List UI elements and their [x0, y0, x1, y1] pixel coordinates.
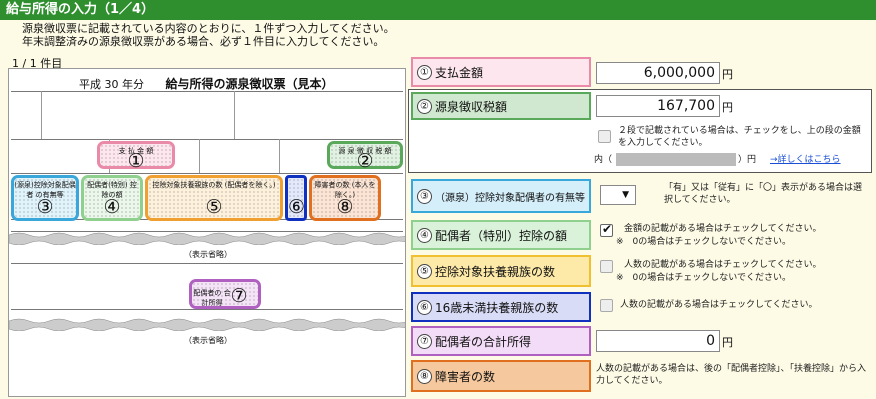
marker-number: ③ — [36, 196, 54, 218]
field-label: 16歳未満扶養親族の数 — [435, 300, 559, 315]
marker-number: ⑥ — [288, 196, 306, 218]
slip-line — [11, 263, 403, 264]
disabled-note: 人数の記載がある場合は、後の「配偶者控除」、「扶養控除」から入力してください。 — [596, 364, 867, 386]
marker-number: ① — [127, 150, 145, 172]
slip-title: 給与所得の源泉徴収票（見本） — [165, 77, 334, 91]
field-label: 配偶者（特別）控除の額 — [435, 228, 568, 243]
marker-label: 控除対象扶養親族の数 (配偶者を除く。) — [152, 181, 276, 189]
spouse-deduction-note-2: ※ 0の場合はチェックしないでください。 — [616, 237, 791, 247]
label-disabled: ⑧ 障害者の数 — [411, 360, 591, 392]
field-number: ① — [417, 64, 432, 80]
field-label: 配偶者の合計所得 — [435, 334, 532, 349]
field-number: ⑧ — [417, 368, 432, 384]
unit-yen: 円 — [722, 336, 733, 349]
label-payment-amount: ① 支払金額 — [411, 57, 591, 87]
omitted-label: （表示省略） — [9, 249, 405, 260]
marker-6-under-16: ⑥ — [285, 175, 307, 221]
inner-suffix: ）円 — [738, 155, 757, 165]
dependents-note-2: ※ 0の場合はチェックしないでください。 — [616, 273, 791, 283]
label-spouse-income: ⑦ 配偶者の合計所得 — [411, 326, 591, 356]
instruction-line-1: 源泉徴収票に記載されている内容のとおりに、１件ずつ入力してください。 — [22, 22, 395, 35]
marker-number: ⑦ — [230, 285, 248, 307]
instructions: 源泉徴収票に記載されている内容のとおりに、１件ずつ入力してください。 年末調整済… — [22, 22, 395, 48]
withholding-tax-input[interactable]: 167,700 — [596, 95, 720, 117]
torn-edge — [9, 232, 405, 245]
slip-vline — [279, 139, 280, 173]
marker-number: ⑤ — [205, 196, 223, 218]
field-number: ⑦ — [417, 333, 432, 349]
slip-vline — [234, 91, 235, 139]
slip-line — [11, 91, 403, 92]
label-spouse-status: ③ （源泉）控除対象配偶者の有無等 — [411, 179, 591, 213]
chevron-down-icon: ▼ — [622, 190, 629, 200]
two-tier-note: ２段で記載されている場合は、チェックをし、上の段の金額を入力してください。 — [618, 126, 861, 148]
torn-edge — [9, 318, 405, 331]
spouse-deduction-note-1: 金額の記載がある場合はチェックしてください。 — [624, 224, 822, 234]
slip-vline — [41, 91, 42, 139]
dependents-note-1: 人数の記載がある場合はチェックしてください。 — [624, 260, 822, 270]
field-number: ⑥ — [417, 299, 432, 315]
two-tier-checkbox[interactable] — [598, 130, 611, 143]
field-number: ② — [417, 98, 432, 114]
inner-amount-input[interactable] — [616, 153, 736, 166]
spouse-status-select[interactable]: ▼ — [600, 185, 636, 205]
field-label: 控除対象扶養親族の数 — [435, 264, 556, 279]
label-spouse-deduction: ④ 配偶者（特別）控除の額 — [411, 220, 591, 250]
slip-era: 平成 30 年分 — [79, 78, 144, 91]
under-16-note: 人数の記載がある場合はチェックしてください。 — [620, 300, 818, 310]
check-icon: ✔ — [602, 222, 613, 236]
spouse-deduction-checkbox[interactable]: ✔ — [600, 222, 613, 237]
omitted-label: （表示省略） — [9, 335, 405, 346]
under-16-checkbox[interactable] — [600, 299, 613, 312]
instruction-line-2: 年末調整済みの源泉徴収票がある場合、必ず１件目に入力してください。 — [22, 35, 385, 48]
slip-line — [11, 173, 403, 174]
payment-amount-input[interactable]: 6,000,000 — [596, 62, 720, 84]
inner-prefix: 内（ — [594, 155, 613, 165]
field-number: ③ — [417, 188, 432, 204]
marker-7-spouse-income: 配偶者の 合計所得 ⑦ — [189, 279, 261, 309]
marker-number: ② — [356, 150, 374, 172]
label-under-16: ⑥ 16歳未満扶養親族の数 — [411, 292, 591, 322]
unit-yen: 円 — [722, 101, 733, 114]
label-dependents: ⑤ 控除対象扶養親族の数 — [411, 255, 591, 287]
field-label: 支払金額 — [435, 65, 484, 80]
slip-line — [11, 139, 403, 140]
slip-vline — [199, 139, 200, 173]
withholding-slip-sample: 平成 30 年分 給与所得の源泉徴収票（見本） 支 払 金 額 ① 源 泉 徴 … — [8, 68, 406, 397]
spouse-income-input[interactable]: 0 — [596, 330, 720, 352]
marker-3-spouse: (源泉)控除対象配偶者 の有無等 ③ — [11, 175, 79, 221]
marker-5-dependents: 控除対象扶養親族の数 (配偶者を除く。) ⑤ — [145, 175, 283, 221]
details-link[interactable]: →詳しくはこちら — [770, 154, 841, 166]
field-label: （源泉）控除対象配偶者の有無等 — [435, 192, 585, 204]
slip-line — [11, 309, 403, 310]
spouse-status-note: 「有」又は「従有」に「〇」表示がある場合は選択してください。 — [664, 183, 863, 205]
field-label: 源泉徴収税額 — [435, 99, 508, 114]
dependents-checkbox[interactable] — [600, 260, 613, 273]
marker-8-disabled: 障害者の数 (本人を除く。) ⑧ — [309, 175, 381, 221]
marker-4-spouse-deduction: 配偶者(特別) 控除の額 ④ — [81, 175, 143, 221]
field-number: ④ — [417, 227, 432, 243]
page-title: 給与所得の入力（1／4） — [0, 0, 876, 20]
marker-number: ⑧ — [336, 196, 354, 218]
marker-1-payment: 支 払 金 額 ① — [97, 141, 175, 172]
marker-2-withholding-tax: 源 泉 徴 収 税 額 ② — [327, 141, 403, 172]
slip-header: 平成 30 年分 給与所得の源泉徴収票（見本） — [79, 75, 334, 92]
label-withholding-tax: ② 源泉徴収税額 — [411, 92, 591, 120]
marker-number: ④ — [103, 196, 121, 218]
field-label: 障害者の数 — [435, 369, 496, 384]
unit-yen: 円 — [722, 68, 733, 81]
field-number: ⑤ — [417, 263, 432, 279]
